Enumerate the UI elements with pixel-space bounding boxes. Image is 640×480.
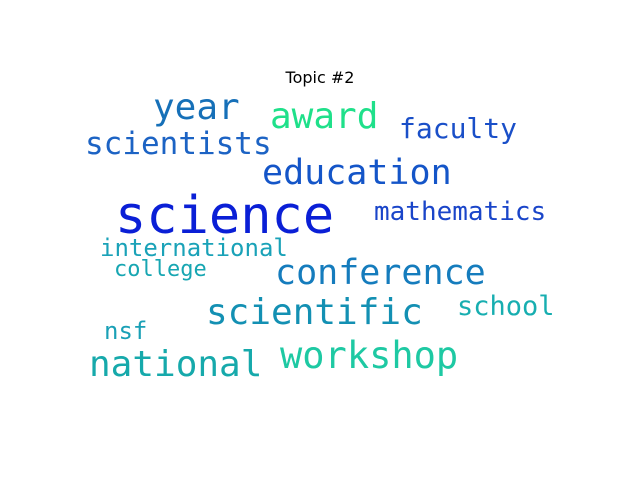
word-award: award — [270, 96, 379, 137]
word-year: year — [153, 87, 240, 128]
word-national: national — [89, 344, 263, 385]
word-workshop: workshop — [280, 334, 459, 377]
word-mathematics: mathematics — [374, 197, 547, 227]
word-scientists: scientists — [85, 126, 272, 162]
word-nsf: nsf — [104, 317, 148, 345]
word-faculty: faculty — [399, 112, 518, 145]
word-college: college — [114, 257, 207, 282]
word-conference: conference — [275, 253, 486, 293]
word-education: education — [262, 153, 452, 193]
word-cloud: science year award faculty scientists ed… — [0, 0, 640, 480]
word-school: school — [457, 291, 555, 322]
word-scientific: scientific — [206, 292, 423, 333]
